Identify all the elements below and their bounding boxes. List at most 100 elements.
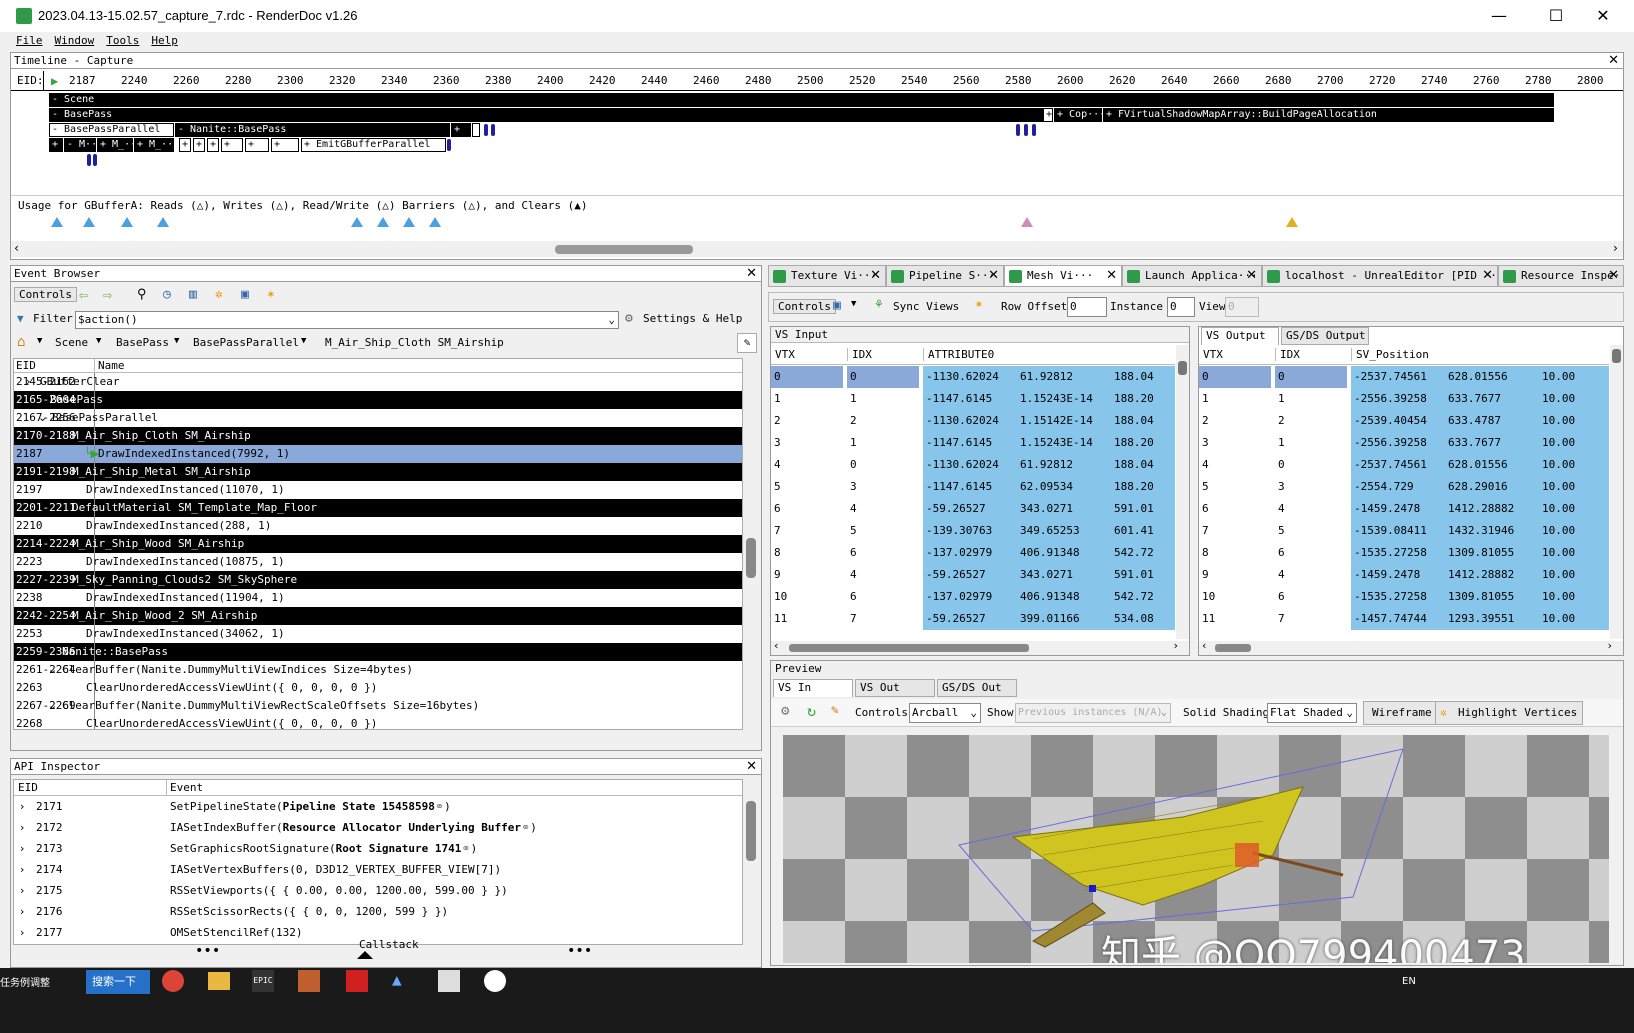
- cell-value[interactable]: 633.7677: [1445, 432, 1539, 454]
- cell-vtx[interactable]: 4: [771, 454, 843, 476]
- cell-vtx[interactable]: 3: [771, 432, 843, 454]
- event-browser-close-icon[interactable]: ✕: [746, 266, 757, 281]
- expand-arrow-icon[interactable]: ›: [20, 817, 24, 838]
- tab-close-icon[interactable]: ✕: [1106, 266, 1117, 286]
- cell-value[interactable]: -2556.39258: [1351, 388, 1445, 410]
- usage-write-marker[interactable]: [157, 217, 169, 227]
- expand-arrow-icon[interactable]: ›: [20, 796, 24, 817]
- edit-note-icon[interactable]: ✎: [737, 333, 757, 353]
- filter-input[interactable]: $action() ⌄: [75, 311, 619, 329]
- cell-idx[interactable]: 3: [847, 476, 919, 498]
- cell-vtx[interactable]: 5: [771, 476, 843, 498]
- chevron-down-icon[interactable]: ⌄: [1346, 704, 1353, 722]
- cell-idx[interactable]: 2: [847, 410, 919, 432]
- cell-value[interactable]: -2539.40454: [1351, 410, 1445, 432]
- vs-input-vscroll-thumb[interactable]: [1178, 361, 1187, 375]
- tab-resource-inspector[interactable]: Resource Inspe··· ✕: [1498, 265, 1624, 287]
- api-inspector-close-icon[interactable]: ✕: [746, 759, 757, 774]
- cell-value[interactable]: 628.01556: [1445, 454, 1539, 476]
- cell-vtx[interactable]: 6: [1199, 498, 1271, 520]
- cell-idx[interactable]: 4: [1275, 498, 1347, 520]
- cell-value[interactable]: 10.00: [1539, 476, 1609, 498]
- cell-value[interactable]: -1147.6145: [923, 476, 1017, 498]
- cell-value[interactable]: -2537.74561: [1351, 366, 1445, 388]
- mesh-controls-button[interactable]: Controls: [773, 299, 836, 314]
- cell-value[interactable]: 62.09534: [1017, 476, 1111, 498]
- cell-vtx[interactable]: 0: [771, 366, 843, 388]
- vertex-row[interactable]: 5 3 -2554.729 628.29016 10.00: [1199, 476, 1609, 498]
- cell-value[interactable]: -1459.2478: [1351, 498, 1445, 520]
- cell-value[interactable]: 10.00: [1539, 520, 1609, 542]
- find-binoculars-icon[interactable]: ⚲: [137, 287, 147, 302]
- usage-read-marker[interactable]: [1286, 217, 1298, 227]
- cell-value[interactable]: 343.0271: [1017, 564, 1111, 586]
- cell-value[interactable]: 10.00: [1539, 586, 1609, 608]
- tab-gsds-out[interactable]: GS/DS Out: [937, 679, 1017, 697]
- timeline-mini-box[interactable]: [472, 123, 480, 137]
- col-attribute0[interactable]: ATTRIBUTE0: [923, 348, 994, 361]
- usage-write-marker[interactable]: [403, 217, 415, 227]
- expand-arrow-icon[interactable]: ›: [20, 880, 24, 901]
- vertex-row[interactable]: 6 4 -1459.2478 1412.28882 10.00: [1199, 498, 1609, 520]
- app-icon[interactable]: ▲: [392, 970, 414, 992]
- collapse-arrow-icon[interactable]: ⌄: [48, 697, 57, 715]
- vs-output-hscroll-thumb[interactable]: [1215, 644, 1251, 652]
- event-row[interactable]: 2210 DrawIndexedInstanced(288, 1): [14, 517, 742, 535]
- cell-idx[interactable]: 0: [847, 366, 919, 388]
- vertex-row[interactable]: 2 2 -1130.62024 1.15142E-14 188.04: [771, 410, 1175, 432]
- timeline-bpp-bar[interactable]: - BasePassParallel: [49, 123, 174, 137]
- col-vtx[interactable]: VTX: [775, 348, 795, 361]
- timeline-plus-bar[interactable]: +: [451, 123, 471, 137]
- cell-idx[interactable]: 6: [1275, 586, 1347, 608]
- cell-value[interactable]: 188.04: [1111, 366, 1175, 388]
- cell-value[interactable]: -59.26527: [923, 498, 1017, 520]
- event-tree-scroll-thumb[interactable]: [746, 538, 756, 578]
- cell-value[interactable]: 628.01556: [1445, 366, 1539, 388]
- col-eid[interactable]: EID: [16, 359, 36, 373]
- vs-output-hscroll[interactable]: ‹ ›: [1199, 639, 1623, 655]
- cell-value[interactable]: -1147.6145: [923, 388, 1017, 410]
- cell-idx[interactable]: 3: [1275, 476, 1347, 498]
- api-row[interactable]: › 2176 RSSetScissorRects({ { 0, 0, 1200, 5…: [14, 901, 742, 922]
- cell-value[interactable]: -59.26527: [923, 608, 1017, 630]
- tab-close-icon[interactable]: ✕: [1608, 266, 1619, 286]
- cell-idx[interactable]: 1: [847, 432, 919, 454]
- view-input[interactable]: 0: [1225, 297, 1259, 317]
- vertex-row[interactable]: 10 6 -137.02979 406.91348 542.72: [771, 586, 1175, 608]
- link-icon[interactable]: ⚭: [461, 842, 470, 855]
- vertex-row[interactable]: 7 5 -139.30763 349.65253 601.41: [771, 520, 1175, 542]
- timeline-close-icon[interactable]: ✕: [1608, 53, 1619, 68]
- vertex-row[interactable]: 8 6 -137.02979 406.91348 542.72: [771, 542, 1175, 564]
- chevron-down-icon[interactable]: ⌄: [1161, 704, 1167, 722]
- cell-value[interactable]: 633.4787: [1445, 410, 1539, 432]
- cell-value[interactable]: 10.00: [1539, 564, 1609, 586]
- tab-localhost[interactable]: localhost - UnrealEditor [PID ··· ✕: [1262, 265, 1498, 287]
- event-row[interactable]: 2261-2264 ⌄ ClearBuffer(Nanite.DummyMultiV…: [14, 661, 742, 679]
- timeline-scroll-thumb[interactable]: [555, 245, 693, 254]
- cell-value[interactable]: 542.72: [1111, 542, 1175, 564]
- expand-arrow-icon[interactable]: ›: [20, 922, 24, 943]
- timeline-scrollbar[interactable]: ‹ ›: [11, 241, 1623, 257]
- cell-value[interactable]: 188.04: [1111, 454, 1175, 476]
- breadcrumb-basepassparallel[interactable]: BasePassParallel: [193, 336, 299, 349]
- event-row[interactable]: 2267-2269 ⌄ ClearBuffer(Nanite.DummyMultiV…: [14, 697, 742, 715]
- vertex-row[interactable]: 9 4 -1459.2478 1412.28882 10.00: [1199, 564, 1609, 586]
- vertex-row[interactable]: 1 1 -1147.6145 1.15243E-14 188.20: [771, 388, 1175, 410]
- api-row[interactable]: › 2171 SetPipelineState(Pipeline State 154…: [14, 796, 742, 817]
- vertex-row[interactable]: 3 1 -1147.6145 1.15243E-14 188.20: [771, 432, 1175, 454]
- usage-write-marker[interactable]: [351, 217, 363, 227]
- sync-views-icon[interactable]: ⚘: [875, 297, 883, 312]
- vertex-row[interactable]: 10 6 -1535.27258 1309.81055 10.00: [1199, 586, 1609, 608]
- cell-value[interactable]: 10.00: [1539, 366, 1609, 388]
- timeline-m-bar[interactable]: + M_···: [134, 138, 174, 152]
- usage-write-marker[interactable]: [121, 217, 133, 227]
- cell-idx[interactable]: 4: [847, 498, 919, 520]
- highlight-vertices-toggle[interactable]: ✲ Highlight Vertices: [1435, 701, 1583, 725]
- breadcrumb-current[interactable]: M_Air_Ship_Cloth SM_Airship: [325, 336, 504, 349]
- cell-idx[interactable]: 7: [1275, 608, 1347, 630]
- cell-value[interactable]: 534.08: [1111, 608, 1175, 630]
- cell-value[interactable]: -2556.39258: [1351, 432, 1445, 454]
- api-resource-link[interactable]: Pipeline State 15458598: [283, 800, 435, 813]
- cell-value[interactable]: 399.01166: [1017, 608, 1111, 630]
- scroll-left-icon[interactable]: ‹: [1201, 639, 1208, 652]
